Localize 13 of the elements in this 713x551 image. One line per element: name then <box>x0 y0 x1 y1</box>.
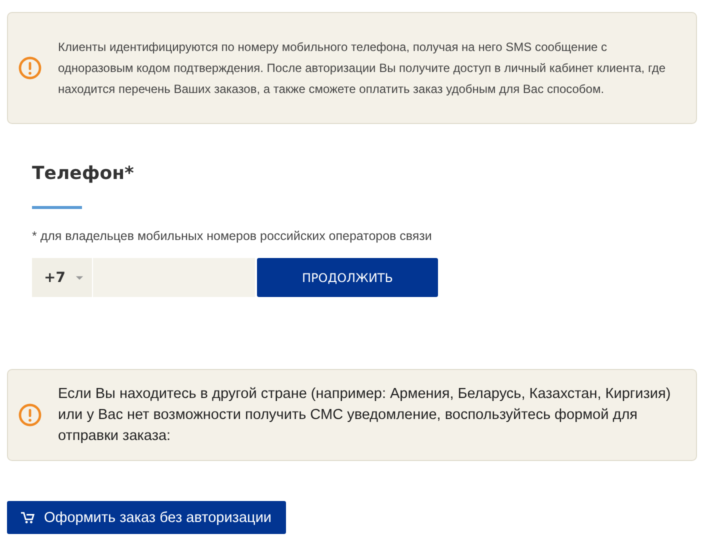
underline <box>32 206 82 209</box>
warning-icon <box>18 56 42 80</box>
cart-icon <box>20 511 35 524</box>
notice-text: Если Вы находитесь в другой стране (например: Армения, Беларусь, Казахстан, Киргизия) или у Вас нет возможности получить СМС уведомление, воспользуйтесь формой для отправки заказа: <box>58 384 672 446</box>
warning-icon <box>18 403 42 427</box>
caret-icon <box>75 274 84 280</box>
notice-text: Клиенты идентифицируются по номеру мобильного телефона, получая на него SMS сообщение с одноразовым кодом подтверждения. После авторизации Вы получите доступ в личный кабинет клиента, где находится перечень Ваших заказов, а также сможете оплатить заказ удобным для Вас способом. <box>58 38 666 98</box>
country-code-dropdown[interactable]: +7 <box>32 258 93 297</box>
phone-input-field[interactable] <box>93 258 255 297</box>
field-label: Телефон* <box>32 162 135 186</box>
hint-text: * для владельцев мобильных номеров российских операторов связи <box>32 229 433 243</box>
order-button[interactable]: Оформить заказ без авторизации <box>7 501 286 534</box>
continue-button[interactable]: ПРОДОЛЖИТЬ <box>257 258 438 297</box>
